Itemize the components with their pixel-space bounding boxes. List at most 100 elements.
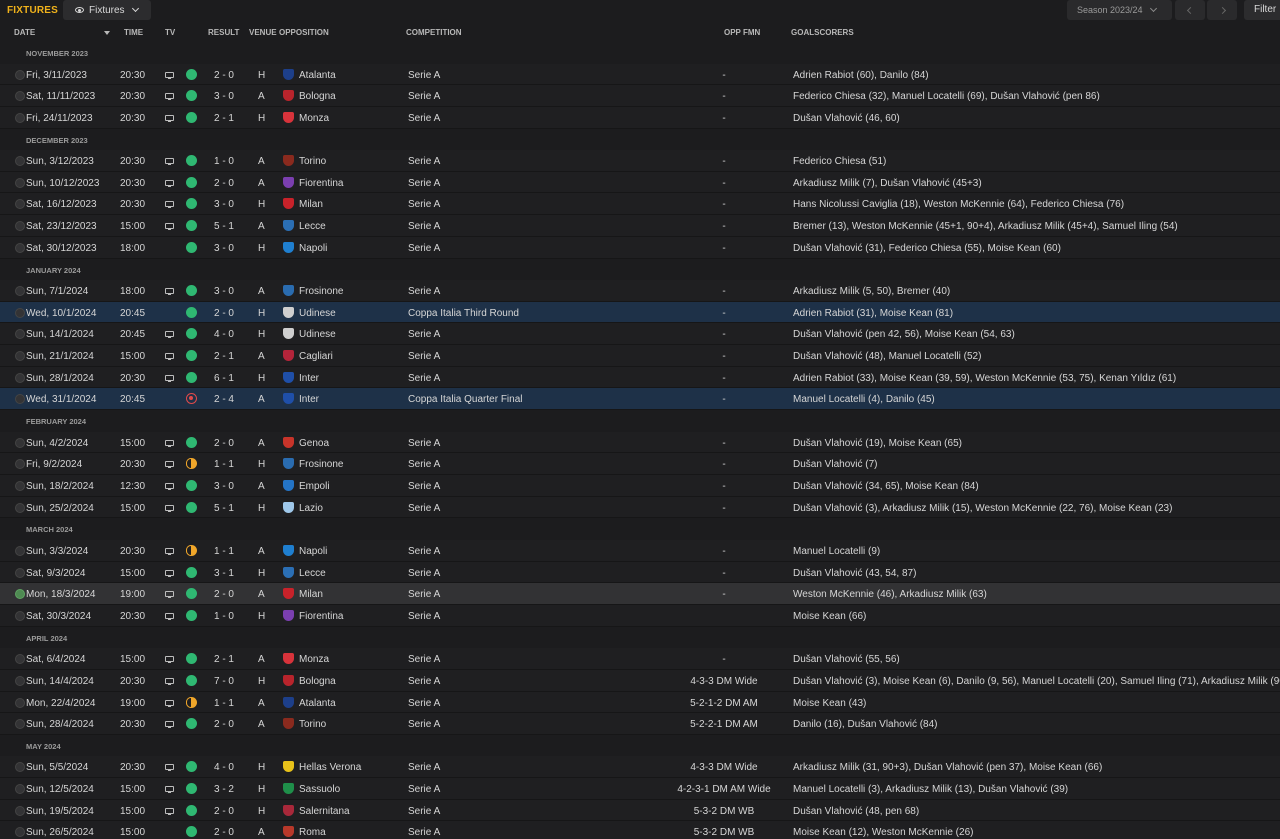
fixture-score[interactable]: 2 - 1 — [212, 654, 236, 665]
fixture-score[interactable]: 2 - 1 — [212, 113, 236, 124]
fixture-row[interactable]: Sun, 26/5/2024 15:00 2 - 0 A Roma Serie A 5-3-… — [0, 821, 1280, 839]
match-status-icon[interactable] — [15, 372, 25, 383]
opposition-link[interactable]: Fiorentina — [299, 611, 343, 622]
fixture-score[interactable]: 2 - 4 — [212, 394, 236, 405]
match-status-icon[interactable] — [15, 502, 25, 513]
match-status-icon[interactable] — [15, 784, 25, 795]
match-status-icon[interactable] — [15, 719, 25, 730]
opposition-link[interactable]: Lecce — [299, 568, 326, 579]
fixture-score[interactable]: 1 - 0 — [212, 611, 236, 622]
competition-link[interactable]: Serie A — [408, 156, 440, 167]
opposition-link[interactable]: Napoli — [299, 546, 327, 557]
column-header-tv[interactable]: TV — [165, 28, 175, 37]
fixture-row[interactable]: Wed, 10/1/2024 20:45 2 - 0 H Udinese Coppa It… — [0, 301, 1280, 324]
fixture-score[interactable]: 2 - 0 — [212, 719, 236, 730]
column-header-opposition[interactable]: OPPOSITION — [279, 28, 329, 37]
column-header-goalscorers[interactable]: GOALSCORERS — [791, 28, 854, 37]
fixture-score[interactable]: 1 - 0 — [212, 156, 236, 167]
competition-link[interactable]: Serie A — [408, 784, 440, 795]
opposition-link[interactable]: Bologna — [299, 91, 336, 102]
column-header-venue[interactable]: VENUE — [249, 28, 277, 37]
match-status-icon[interactable] — [15, 675, 25, 686]
match-status-icon[interactable] — [15, 199, 25, 210]
column-header-date[interactable]: DATE — [14, 28, 35, 37]
match-status-icon[interactable] — [15, 805, 25, 816]
match-status-icon[interactable] — [15, 307, 25, 318]
competition-link[interactable]: Serie A — [408, 719, 440, 730]
competition-link[interactable]: Serie A — [408, 438, 440, 449]
view-dropdown[interactable]: Fixtures — [63, 0, 151, 20]
opposition-link[interactable]: Milan — [299, 199, 323, 210]
fixture-row[interactable]: Sun, 14/1/2024 20:45 4 - 0 H Udinese Serie A -… — [0, 323, 1280, 346]
fixture-score[interactable]: 2 - 0 — [212, 438, 236, 449]
fixture-row[interactable]: Sun, 25/2/2024 15:00 5 - 1 H Lazio Serie A - Du… — [0, 496, 1280, 519]
fixture-row[interactable]: Sun, 28/4/2024 20:30 2 - 0 A Torino Serie A 5-… — [0, 713, 1280, 735]
match-status-icon[interactable] — [15, 589, 25, 600]
fixture-score[interactable]: 3 - 0 — [212, 286, 236, 297]
fixture-row[interactable]: Sun, 21/1/2024 15:00 2 - 1 A Cagliari Serie A… — [0, 345, 1280, 367]
fixture-score[interactable]: 5 - 1 — [212, 221, 236, 232]
match-status-icon[interactable] — [15, 112, 25, 123]
competition-link[interactable]: Serie A — [408, 199, 440, 210]
fixture-score[interactable]: 6 - 1 — [212, 373, 236, 384]
match-status-icon[interactable] — [15, 459, 25, 470]
match-status-icon[interactable] — [15, 91, 25, 102]
match-status-icon[interactable] — [15, 329, 25, 340]
competition-link[interactable]: Serie A — [408, 654, 440, 665]
opposition-link[interactable]: Frosinone — [299, 459, 343, 470]
fixture-score[interactable]: 7 - 0 — [212, 676, 236, 687]
match-status-icon[interactable] — [15, 177, 25, 188]
competition-link[interactable]: Serie A — [408, 91, 440, 102]
competition-link[interactable]: Serie A — [408, 568, 440, 579]
match-status-icon[interactable] — [15, 221, 25, 232]
competition-link[interactable]: Serie A — [408, 698, 440, 709]
competition-link[interactable]: Serie A — [408, 329, 440, 340]
match-status-icon[interactable] — [15, 242, 25, 253]
competition-link[interactable]: Serie A — [408, 806, 440, 817]
opposition-link[interactable]: Torino — [299, 719, 326, 730]
fixture-row[interactable]: Sun, 10/12/2023 20:30 2 - 0 A Fiorentina Seri… — [0, 171, 1280, 194]
opposition-link[interactable]: Salernitana — [299, 806, 350, 817]
opposition-link[interactable]: Cagliari — [299, 351, 333, 362]
fixture-row[interactable]: Mon, 18/3/2024 19:00 2 - 0 A Milan Serie A - We… — [0, 583, 1280, 605]
fixture-score[interactable]: 3 - 0 — [212, 199, 236, 210]
competition-link[interactable]: Coppa Italia Quarter Final — [408, 394, 523, 405]
match-status-icon[interactable] — [15, 481, 25, 491]
match-status-icon[interactable] — [15, 567, 25, 578]
fixture-score[interactable]: 1 - 1 — [212, 698, 236, 709]
opposition-link[interactable]: Roma — [299, 827, 326, 838]
opposition-link[interactable]: Monza — [299, 113, 329, 124]
column-header-competition[interactable]: COMPETITION — [406, 28, 462, 37]
competition-link[interactable]: Serie A — [408, 546, 440, 557]
fixture-score[interactable]: 3 - 1 — [212, 568, 236, 579]
fixture-row[interactable]: Sun, 28/1/2024 20:30 6 - 1 H Inter Serie A - Ad… — [0, 366, 1280, 389]
fixture-score[interactable]: 2 - 0 — [212, 806, 236, 817]
fixture-score[interactable]: 2 - 0 — [212, 308, 236, 319]
fixture-row[interactable]: Sun, 18/2/2024 12:30 3 - 0 A Empoli Serie A - D… — [0, 475, 1280, 497]
competition-link[interactable]: Serie A — [408, 221, 440, 232]
match-status-icon[interactable] — [15, 394, 25, 405]
competition-link[interactable]: Serie A — [408, 676, 440, 687]
opposition-link[interactable]: Milan — [299, 589, 323, 600]
fixture-row[interactable]: Sat, 11/11/2023 20:30 3 - 0 A Bologna Serie A… — [0, 85, 1280, 107]
fixture-score[interactable]: 3 - 2 — [212, 784, 236, 795]
opposition-link[interactable]: Lazio — [299, 503, 323, 514]
fixture-row[interactable]: Sun, 14/4/2024 20:30 7 - 0 H Bologna Serie A 4… — [0, 669, 1280, 692]
opposition-link[interactable]: Hellas Verona — [299, 762, 361, 773]
fixture-score[interactable]: 3 - 0 — [212, 91, 236, 102]
opposition-link[interactable]: Udinese — [299, 308, 336, 319]
fixture-row[interactable]: Sun, 7/1/2024 18:00 3 - 0 A Frosinone Serie A… — [0, 280, 1280, 302]
fixture-score[interactable]: 1 - 1 — [212, 459, 236, 470]
fixture-row[interactable]: Sun, 4/2/2024 15:00 2 - 0 A Genoa Serie A - Duš… — [0, 431, 1280, 454]
filter-button[interactable]: Filter — [1244, 0, 1280, 20]
competition-link[interactable]: Serie A — [408, 243, 440, 254]
opposition-link[interactable]: Udinese — [299, 329, 336, 340]
fixture-row[interactable]: Mon, 22/4/2024 19:00 1 - 1 A Atalanta Serie A… — [0, 691, 1280, 714]
fixture-row[interactable]: Sat, 23/12/2023 15:00 5 - 1 A Lecce Serie A - B… — [0, 215, 1280, 237]
competition-link[interactable]: Serie A — [408, 286, 440, 297]
competition-link[interactable]: Serie A — [408, 481, 440, 492]
next-button[interactable] — [1207, 0, 1237, 20]
fixture-score[interactable]: 1 - 1 — [212, 546, 236, 557]
opposition-link[interactable]: Bologna — [299, 676, 336, 687]
competition-link[interactable]: Serie A — [408, 113, 440, 124]
